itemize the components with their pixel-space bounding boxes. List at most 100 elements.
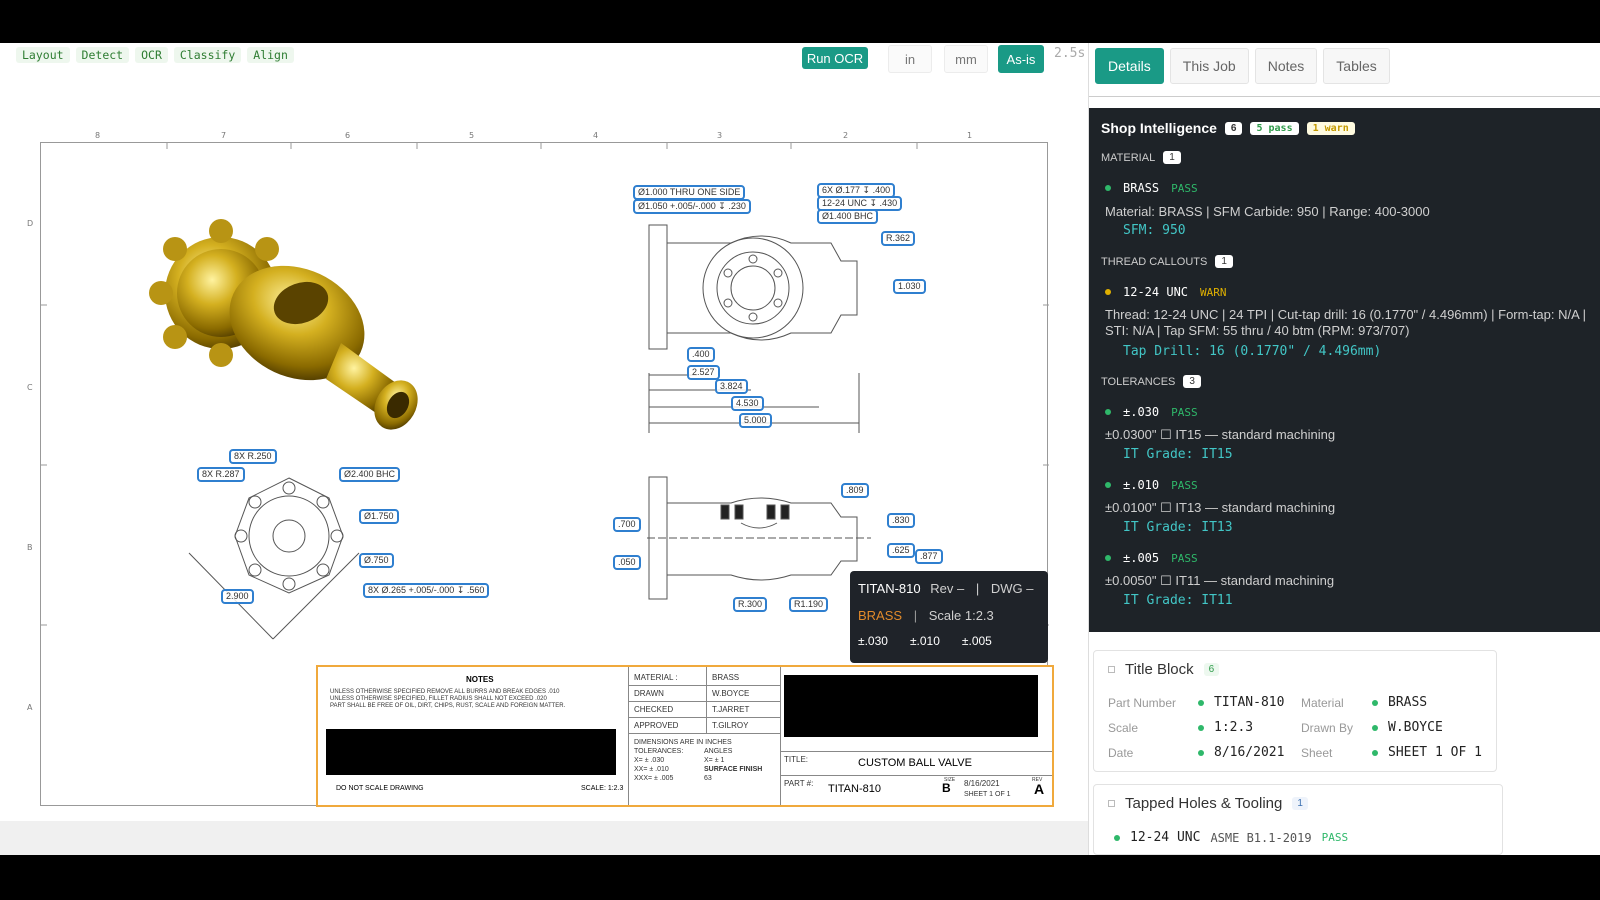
part-3d-render bbox=[149, 219, 418, 430]
tol-xxx: XXX= ± .005 bbox=[634, 775, 674, 782]
callout-050[interactable]: .050 bbox=[613, 555, 641, 570]
scale-text: SCALE: 1:2.3 bbox=[581, 785, 624, 792]
tab-notes[interactable]: Notes bbox=[1254, 48, 1318, 84]
callout-2900[interactable]: 2.900 bbox=[221, 589, 254, 604]
material-item[interactable]: BRASS PASS bbox=[1105, 181, 1198, 195]
material-value: BRASS bbox=[712, 673, 740, 682]
zone-label-1: 1 bbox=[967, 131, 973, 140]
thread-item[interactable]: 12-24 UNC WARN bbox=[1105, 285, 1227, 299]
mode-align[interactable]: Align bbox=[247, 47, 294, 63]
callout-r300[interactable]: R.300 bbox=[733, 597, 768, 612]
callout-bhc[interactable]: Ø1.400 BHC bbox=[817, 209, 879, 224]
bottom-strip bbox=[0, 821, 1088, 855]
callout-830[interactable]: .830 bbox=[887, 513, 915, 528]
divider bbox=[706, 667, 707, 733]
tolerance-code: IT Grade: IT15 bbox=[1123, 447, 1233, 462]
intel-title: Shop Intelligence bbox=[1101, 120, 1217, 136]
callout-holes-8x[interactable]: 8X Ø.265 +.005/-.000 ↧ .560 bbox=[363, 583, 490, 598]
status-dot bbox=[1372, 724, 1378, 731]
callout-5000[interactable]: 5.000 bbox=[739, 413, 772, 428]
tolerance-item[interactable]: ±.005 PASS bbox=[1105, 551, 1198, 565]
kv-text: TITAN-810 bbox=[1214, 695, 1285, 710]
callout-cbore[interactable]: Ø1.050 +.005/-.000 ↧ .230 bbox=[633, 199, 751, 214]
zone-label-a: A bbox=[27, 703, 33, 712]
scale-value: 1:2.3 bbox=[1198, 720, 1253, 735]
callout-1750[interactable]: Ø1.750 bbox=[359, 509, 399, 524]
zone-label-4: 4 bbox=[593, 131, 599, 140]
item-name: 12-24 UNC bbox=[1123, 285, 1189, 299]
tolerance-code: IT Grade: IT13 bbox=[1123, 520, 1233, 535]
tooltip-header: TITAN-810 Rev – | DWG – bbox=[858, 581, 1033, 596]
callout-3824[interactable]: 3.824 bbox=[715, 379, 748, 394]
tooltip-material: BRASS bbox=[858, 608, 903, 623]
callout-r250[interactable]: 8X R.250 bbox=[229, 449, 277, 464]
redaction-box bbox=[326, 729, 616, 775]
date-value: 8/16/2021 bbox=[964, 779, 1000, 788]
mode-layout[interactable]: Layout bbox=[16, 47, 70, 63]
material-section-header: MATERIAL 1 bbox=[1101, 151, 1181, 164]
unit-mm-button[interactable]: mm bbox=[944, 45, 988, 73]
intel-header: Shop Intelligence 6 5 pass 1 warn bbox=[1101, 120, 1355, 136]
callout-4530[interactable]: 4.530 bbox=[731, 396, 764, 411]
callout-400[interactable]: .400 bbox=[687, 347, 715, 362]
material-code: SFM: 950 bbox=[1123, 223, 1186, 238]
mode-detect[interactable]: Detect bbox=[75, 47, 130, 63]
tooltip-scale: Scale 1:2.3 bbox=[928, 608, 994, 623]
tapped-item[interactable]: 12-24 UNC ASME B1.1-2019 PASS bbox=[1114, 830, 1348, 845]
date-label: Date bbox=[1108, 746, 1134, 760]
section-count: 3 bbox=[1183, 375, 1201, 388]
unit-asis-button[interactable]: As-is bbox=[998, 45, 1044, 73]
part-tooltip: TITAN-810 Rev – | DWG – BRASS | Scale 1:… bbox=[850, 571, 1048, 663]
callout-thru[interactable]: Ø1.000 THRU ONE SIDE bbox=[633, 185, 746, 200]
approved-label: APPROVED bbox=[634, 721, 679, 730]
redaction-box bbox=[784, 675, 1038, 737]
tapped-holes-card[interactable]: Tapped Holes & Tooling 1 12-24 UNC ASME … bbox=[1093, 784, 1503, 855]
tolerance-desc: ±0.0050" ☐ IT11 — standard machining bbox=[1105, 573, 1335, 588]
callout-1030[interactable]: 1.030 bbox=[893, 279, 926, 294]
toolbar: Layout Detect OCR Classify Align Run OCR… bbox=[0, 43, 1088, 119]
drawn-label: DRAWN bbox=[634, 689, 664, 698]
tolerance-item[interactable]: ±.010 PASS bbox=[1105, 478, 1198, 492]
tab-details[interactable]: Details bbox=[1095, 48, 1164, 84]
callout-2527[interactable]: 2.527 bbox=[687, 365, 720, 380]
mode-ocr[interactable]: OCR bbox=[135, 47, 168, 63]
section-title: MATERIAL bbox=[1101, 151, 1156, 164]
run-ocr-button[interactable]: Run OCR bbox=[802, 47, 868, 69]
title-block-card[interactable]: Title Block 6 Part Number TITAN-810 Mate… bbox=[1093, 650, 1497, 772]
tolerance-item[interactable]: ±.030 PASS bbox=[1105, 405, 1198, 419]
tooltip-tol-030: ±.030 bbox=[858, 634, 888, 648]
status-dot bbox=[1105, 185, 1111, 191]
checkbox-icon[interactable] bbox=[1108, 800, 1115, 807]
callout-750[interactable]: Ø.750 bbox=[359, 553, 394, 568]
front-view bbox=[188, 477, 360, 640]
title-block-region[interactable]: NOTES UNLESS OTHERWISE SPECIFIED REMOVE … bbox=[316, 665, 1054, 807]
checkbox-icon[interactable] bbox=[1108, 666, 1115, 673]
thread-code: Tap Drill: 16 (0.1770" / 4.496mm) bbox=[1123, 344, 1382, 359]
card-count: 1 bbox=[1292, 797, 1308, 810]
drawn-by-label: Drawn By bbox=[1301, 721, 1354, 735]
angles-label: ANGLES bbox=[704, 748, 733, 755]
callout-bhc2[interactable]: Ø2.400 BHC bbox=[339, 467, 401, 482]
callout-r287[interactable]: 8X R.287 bbox=[197, 467, 245, 482]
section-view-bottom bbox=[647, 476, 871, 600]
status-dot bbox=[1198, 724, 1204, 731]
intel-count: 6 bbox=[1224, 121, 1243, 135]
status-dot bbox=[1105, 555, 1111, 561]
tol-xx: XX= ± .010 bbox=[634, 766, 669, 773]
mode-classify[interactable]: Classify bbox=[173, 47, 242, 63]
tab-this-job[interactable]: This Job bbox=[1169, 48, 1249, 84]
callout-700[interactable]: .700 bbox=[613, 517, 641, 532]
callout-r1190[interactable]: R1.190 bbox=[789, 597, 829, 612]
status-dot bbox=[1198, 699, 1204, 706]
callout-625[interactable]: .625 bbox=[887, 543, 915, 558]
tab-tables[interactable]: Tables bbox=[1323, 48, 1390, 84]
callout-877[interactable]: .877 bbox=[915, 549, 943, 564]
divider bbox=[780, 751, 1052, 752]
callout-r362[interactable]: R.362 bbox=[881, 231, 916, 246]
zone-label-6: 6 bbox=[345, 131, 351, 140]
timer-readout: 2.5s bbox=[1054, 46, 1086, 61]
tolerances-label: TOLERANCES: bbox=[634, 748, 684, 755]
callout-809[interactable]: .809 bbox=[841, 483, 869, 498]
unit-in-button[interactable]: in bbox=[888, 45, 932, 73]
card-title: Title Block bbox=[1125, 661, 1194, 678]
